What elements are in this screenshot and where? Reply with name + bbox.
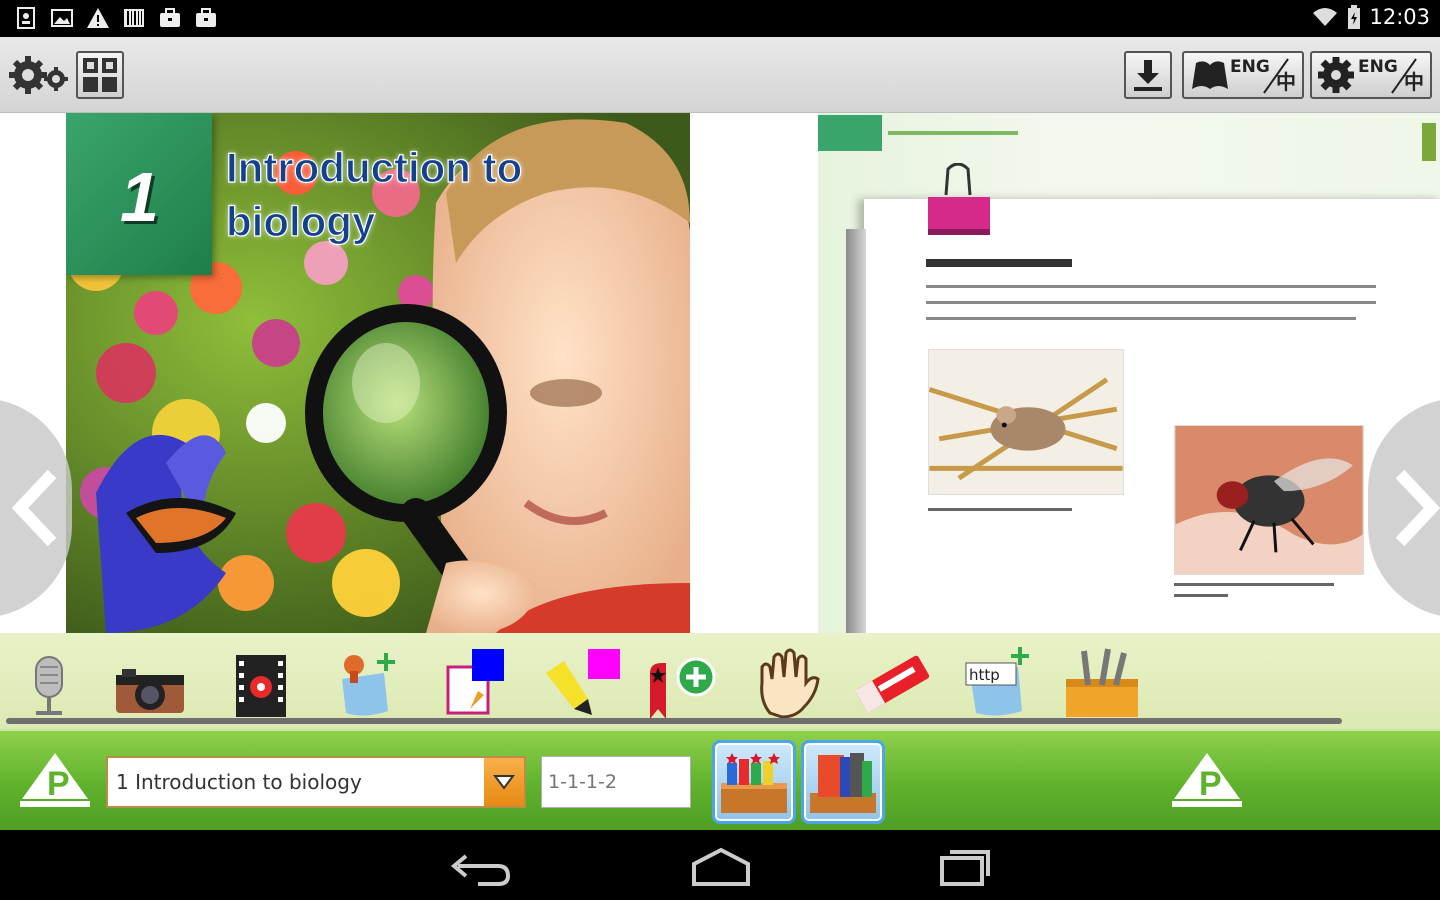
dropdown-arrow[interactable] [484,758,524,806]
svg-text:http: http [969,666,1000,684]
chapter-dropdown-value: 1 Introduction to biology [116,770,362,794]
sheet-spine [846,229,866,633]
battery-icon [1348,5,1361,29]
hand-icon [760,648,820,719]
gear-icon [1318,57,1354,93]
binder-clip-icon [928,163,990,235]
home-icon[interactable] [686,844,756,888]
publisher-logo-icon[interactable]: P [1168,749,1246,813]
eraser-icon [854,655,930,714]
page-number-input[interactable] [541,756,691,808]
chevron-left-icon [11,469,57,547]
add-bookmark-tool[interactable] [640,643,720,719]
chapter-number: 1 [120,158,159,236]
microphone-icon [35,656,63,715]
highlighter-icon [546,649,620,715]
fly-photo [1174,425,1364,575]
section-heading [926,259,1072,267]
download-icon [1134,60,1162,91]
publisher-logo-icon[interactable]: P [16,749,94,813]
back-icon[interactable] [444,844,514,888]
chevron-right-icon [1395,469,1440,547]
system-status: 12:03 [1311,5,1430,29]
cover-page[interactable]: 1 Introduction to biology [66,113,690,633]
add-stamp-tool[interactable] [330,643,410,719]
settings-gears-icon[interactable] [8,53,68,97]
notification-icons [14,6,218,30]
briefcase-icon [196,8,216,27]
briefcase-icon [160,8,180,27]
download-button[interactable] [1124,51,1172,99]
camera-icon [116,669,184,713]
chapter-number-box: 1 [66,113,212,275]
barcode-icon [124,9,144,27]
settings-language-toggle[interactable]: ENG 中 [1310,51,1432,99]
wifi-icon [1313,8,1338,26]
book-language-toggle[interactable]: ENG 中 [1182,51,1304,99]
mouse-caption [928,508,1072,511]
note-color-tool[interactable] [440,643,520,719]
triangle-down-icon [493,775,515,790]
chapter-dropdown[interactable]: 1 Introduction to biology [106,756,526,808]
annotation-toolbar: http [0,633,1440,729]
bookshelf-icon [721,753,787,813]
library-books-button[interactable] [801,740,885,824]
portrait-icon [17,7,35,29]
eraser-tool[interactable] [852,643,932,719]
toolbox-icon [1066,648,1138,717]
bookmark-add-icon [650,657,716,719]
sticky-note-icon [446,649,504,715]
chapter-title: Introduction to biology [225,141,626,249]
paragraph-lines [926,285,1376,320]
tools-scroll-rail[interactable] [6,718,1342,724]
camera-tool[interactable] [110,643,190,719]
bookshelf-button[interactable] [712,740,796,824]
system-navigation-bar [0,830,1440,900]
app-toolbar: ENG 中 ENG 中 [0,37,1440,113]
tools-box[interactable] [1062,643,1142,719]
page-edge-marker [1422,123,1436,161]
highlighter-tool[interactable] [542,643,622,719]
clock-time: 12:03 [1369,5,1430,29]
bottom-navigation-bar: P 1 Introduction to biology P [0,729,1440,830]
svg-text:P: P [1199,765,1222,803]
record-audio-tool[interactable] [10,643,90,719]
chapter-title-line2: biology [225,197,376,245]
status-bar: 12:03 [0,0,1440,37]
image-icon [51,9,73,27]
grid-view-button[interactable] [76,51,124,99]
content-page[interactable] [818,113,1440,633]
app-root: 12:03 ENG 中 ENG 中 1 Introduction to biol… [0,0,1440,900]
warning-icon [87,8,109,28]
page-header-text [888,131,1018,135]
chapter-title-line1: Introduction to [225,143,523,191]
books-stack-icon [810,753,876,813]
stamp-note-icon [342,653,395,716]
chinese-label: 中 [1276,70,1296,94]
previous-page-button[interactable] [0,398,72,618]
mouse-photo [928,349,1124,495]
recent-apps-icon[interactable] [930,844,1000,888]
pan-hand-tool[interactable] [748,643,828,719]
grid-icon [83,58,117,92]
video-tool[interactable] [222,643,302,719]
svg-text:P: P [47,765,70,803]
fly-caption [1174,583,1334,597]
add-link-tool[interactable]: http [962,643,1042,719]
film-icon [236,655,286,717]
book-spread: 1 Introduction to biology [0,113,1440,633]
page-header-tab [818,115,882,151]
web-link-icon: http [965,647,1029,716]
chinese-label: 中 [1404,70,1424,94]
